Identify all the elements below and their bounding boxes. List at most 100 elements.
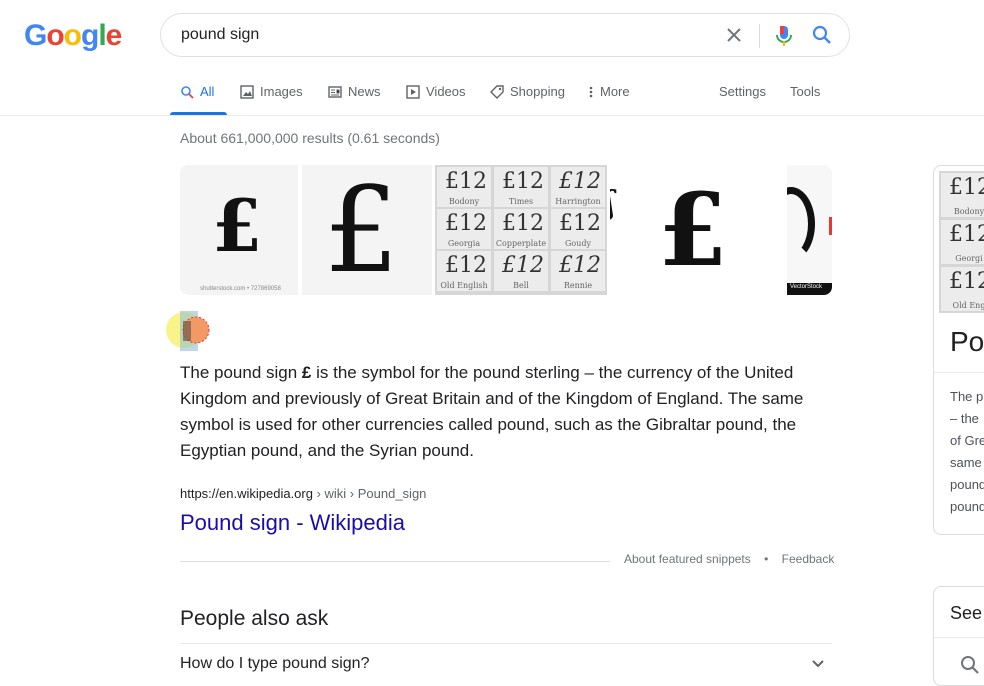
image-thumbnail[interactable]: £ xyxy=(302,165,432,295)
font-sample-cell: £12 Goudy xyxy=(551,209,605,249)
url-host: https://en.wikipedia.org xyxy=(180,486,313,501)
description-line: – the xyxy=(950,411,979,426)
paa-question[interactable]: How do I type pound sign? xyxy=(180,655,369,673)
result-url[interactable]: https://en.wikipedia.org › wiki › Pound_… xyxy=(180,486,426,501)
knowledge-panel-title: Po xyxy=(950,326,984,357)
about-featured-snippets-link[interactable]: About featured snippets xyxy=(624,552,751,566)
image-credit: shutterstock.com • 727869058 xyxy=(200,286,281,292)
tab-videos[interactable]: Videos xyxy=(406,84,466,99)
font-sample-cell: £12 Rennie xyxy=(551,251,605,291)
see-also-panel: See xyxy=(933,586,984,686)
font-sample-cell: £12 Bodony xyxy=(941,173,984,217)
google-logo[interactable]: Google xyxy=(24,18,122,54)
search-tabs: All Images News Videos Shopping More Set… xyxy=(170,84,830,116)
font-name: Georgia xyxy=(447,239,481,248)
tag-icon xyxy=(490,84,504,99)
knowledge-panel-divider xyxy=(934,372,984,373)
font-sample: £12 xyxy=(949,222,984,247)
logo-letter: l xyxy=(98,19,106,52)
tab-all[interactable]: All xyxy=(180,84,214,99)
tab-label: All xyxy=(200,84,215,99)
watermark-bar: VectorStock xyxy=(787,283,832,295)
font-sample: £12 xyxy=(559,253,601,278)
search-divider xyxy=(759,24,760,48)
knowledge-panel-description: The p – the of Gre same pound pound xyxy=(950,386,984,518)
font-name: Rennie xyxy=(563,281,593,290)
search-icon[interactable] xyxy=(811,24,833,46)
clear-icon[interactable] xyxy=(723,24,745,46)
font-sample: £12 xyxy=(502,253,544,278)
font-sample: £12 xyxy=(949,175,984,200)
font-name: Goudy xyxy=(565,239,591,248)
font-name: Copperplate xyxy=(495,239,547,248)
see-also-divider xyxy=(934,637,984,638)
knowledge-panel-image[interactable]: £12 Bodony £12 Georgi £12 Old Eng xyxy=(939,171,984,313)
microphone-icon[interactable] xyxy=(773,24,795,48)
cursor-highlight xyxy=(166,311,212,351)
result-title-link[interactable]: Pound sign - Wikipedia xyxy=(180,510,405,536)
image-icon xyxy=(240,84,254,99)
font-sample-cell: £12 Bodony xyxy=(437,167,491,207)
tab-label: Images xyxy=(260,84,303,99)
font-name: Times xyxy=(508,197,534,206)
settings-link[interactable]: Settings xyxy=(719,84,766,99)
header-divider xyxy=(0,115,984,116)
font-sample-cell: £12 Old English xyxy=(437,251,491,291)
image-thumbnail[interactable]: £12 Bodony £12 Times £12 Harrington £12 Geor… xyxy=(435,165,607,295)
tab-news[interactable]: News xyxy=(328,84,381,99)
tab-images[interactable]: Images xyxy=(240,84,303,99)
font-sample: £12 xyxy=(949,269,984,294)
font-name: Bodony xyxy=(953,207,984,216)
font-sample-cell: £12 Copperplate xyxy=(494,209,548,249)
description-line: pound xyxy=(950,499,984,514)
font-sample-cell: £12 Georgi xyxy=(941,220,984,264)
search-icon xyxy=(181,85,194,99)
font-name: Bell xyxy=(513,281,529,290)
image-thumbnail[interactable]: ʃ £ xyxy=(610,165,784,295)
font-sample-cell: £12 Times xyxy=(494,167,548,207)
video-icon xyxy=(406,84,420,99)
pound-glyph: £ xyxy=(212,183,263,268)
featured-snippet-text: The pound sign £ is the symbol for the p… xyxy=(180,360,840,464)
featured-snippet-footer: About featured snippets • Feedback xyxy=(624,552,834,566)
image-thumbnail[interactable]: VectorStock xyxy=(787,165,832,295)
image-thumbnail[interactable]: £ shutterstock.com • 727869058 xyxy=(180,165,298,295)
font-sample: £12 xyxy=(559,211,601,236)
snippet-text: The pound sign xyxy=(180,363,302,382)
pound-symbol: £ xyxy=(301,363,312,382)
tab-label: Videos xyxy=(426,84,466,99)
pound-glyph-fragment: ʃ xyxy=(610,183,615,221)
search-box[interactable]: pound sign xyxy=(160,13,850,57)
logo-letter: g xyxy=(81,19,99,52)
font-sample: £12 xyxy=(445,169,487,194)
url-breadcrumb: › wiki › Pound_sign xyxy=(312,486,427,501)
image-strip: £ shutterstock.com • 727869058 £ £12 Bodo… xyxy=(180,165,832,295)
feedback-link[interactable]: Feedback xyxy=(782,552,835,566)
pound-glyph: £ xyxy=(324,165,400,295)
search-input[interactable]: pound sign xyxy=(181,26,259,44)
font-name: Georgi xyxy=(955,254,983,263)
font-sample-cell: £12 Harrington xyxy=(551,167,605,207)
news-icon xyxy=(328,85,342,98)
tab-shopping[interactable]: Shopping xyxy=(490,84,565,99)
separator-dot: • xyxy=(764,552,769,566)
font-name: Old English xyxy=(440,281,488,290)
tab-label: News xyxy=(348,84,381,99)
font-sample: £12 xyxy=(559,169,601,194)
description-line: The p xyxy=(950,389,984,404)
more-vert-icon xyxy=(589,86,593,97)
description-line: same xyxy=(950,455,982,470)
search-icon[interactable] xyxy=(960,655,980,680)
pound-glyph: £ xyxy=(658,171,728,289)
knowledge-panel: £12 Bodony £12 Georgi £12 Old Eng Po The p … xyxy=(933,165,984,535)
tools-link[interactable]: Tools xyxy=(790,84,820,99)
font-sample: £12 xyxy=(502,211,544,236)
red-accent xyxy=(829,217,832,235)
font-sample-cell: £12 Bell xyxy=(494,251,548,291)
paa-divider xyxy=(180,643,832,644)
tab-more[interactable]: More xyxy=(588,84,630,99)
tab-label: Shopping xyxy=(510,84,565,99)
font-sample-cell: £12 Old Eng xyxy=(941,267,984,311)
description-line: of Gre xyxy=(950,433,984,448)
pound-glyph-fragment xyxy=(787,187,815,261)
